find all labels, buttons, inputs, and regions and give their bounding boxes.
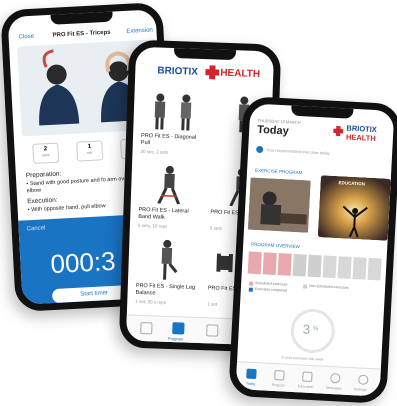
exercise-meta: 5 sets, 10 reps (137, 222, 168, 229)
exercise-name[interactable]: PRO Fit ES - Diagonal Pull (141, 133, 203, 149)
tab-program[interactable]: Program (272, 383, 286, 388)
legend-swatch (302, 284, 308, 289)
recommendation-note: Your recommended exercises today (266, 147, 330, 156)
program-tab-icon[interactable] (172, 322, 185, 335)
program-tab-icon[interactable] (274, 370, 285, 381)
timer-cancel-button[interactable]: Cancel (27, 225, 46, 232)
heatmap-cell (292, 253, 307, 277)
program-tab-label: Program (167, 335, 184, 342)
stretch-figure-icon (247, 177, 311, 233)
timer-display: 000:3 (49, 245, 117, 280)
check-icon (256, 145, 264, 154)
exercise-thumb[interactable] (141, 89, 204, 131)
brand-right: HEALTH (220, 67, 261, 81)
exercise-thumb[interactable] (136, 235, 199, 281)
page-title: Today (256, 123, 290, 138)
legend-completed: Exercises completed (254, 286, 288, 293)
heatmap-cell (307, 254, 322, 278)
close-button[interactable]: Close (18, 34, 34, 41)
exercise-meta: 5 sets (209, 225, 222, 231)
education-card[interactable]: EDUCATION (317, 175, 391, 241)
exercise-meta: 30 sec, 2 sets (140, 148, 169, 155)
brand-cross-icon (205, 65, 220, 80)
execution-label: Execution: (27, 196, 58, 206)
heatmap-cell (247, 251, 262, 275)
heatmap-cell (277, 253, 292, 276)
heatmap-cell (367, 257, 382, 281)
brand-logo: BRIOTIX HEALTH (157, 63, 267, 83)
legend-scheduled: Scheduled exercises (255, 280, 288, 287)
program-overview-label: PROGRAM OVERVIEW (251, 241, 300, 250)
figure-icon (161, 239, 178, 280)
tab-settings[interactable]: Settings (354, 387, 367, 392)
stat-label: set (86, 149, 93, 156)
brand-cross-icon (333, 125, 344, 137)
legend-nonscheduled: Non-scheduled exercises (309, 283, 349, 290)
stat-sets: 2 sets (32, 142, 60, 164)
extension-link[interactable]: Extension (126, 27, 153, 34)
figure-icon (154, 93, 192, 131)
exercise-program-image[interactable] (247, 177, 311, 233)
program-overview-heatmap (247, 251, 385, 283)
today-tab-icon[interactable] (246, 368, 257, 380)
stat-set: 1 set (76, 140, 104, 162)
brand-left: BRIOTIX (157, 65, 199, 78)
brand-logo: BRIOTIX HEALTH (333, 122, 394, 147)
phone-notch (173, 47, 237, 61)
preparation-label: Preparation: (25, 170, 62, 180)
phone-today-dashboard: THURSDAY 10 MARCH Today BRIOTIX HEALTH Y… (228, 96, 397, 404)
heatmap-cell (262, 252, 277, 275)
brand-right: HEALTH (345, 132, 377, 144)
exercise-meta: 1 set, 30 s reps (135, 298, 167, 305)
execution-text: • With opposite hand, pull elbow (27, 203, 106, 214)
exercise-meta: 1 set (207, 301, 218, 307)
heatmap-cell (322, 255, 337, 279)
messages-tab-icon[interactable] (330, 372, 341, 384)
phone-notch (50, 10, 113, 25)
heatmap-cell (352, 257, 367, 280)
exercise-thumb[interactable] (139, 161, 202, 205)
stat-label: sets (42, 152, 50, 158)
education-tab-icon[interactable] (206, 324, 219, 337)
progress-value: 3 (302, 321, 311, 337)
today-tab-icon[interactable] (140, 322, 153, 335)
progress-caption: of your exercises this week (281, 355, 324, 362)
tab-bar: Today Program Education Messages Setting… (235, 361, 381, 398)
exercise-name[interactable]: PRO Fit ES - Single Leg Balance (135, 283, 197, 299)
progress-unit: % (312, 326, 319, 333)
legend-swatch (249, 281, 254, 286)
settings-tab-icon[interactable] (358, 374, 369, 385)
legend-swatch (248, 287, 253, 292)
phone-notch (291, 104, 354, 119)
heatmap-cell (337, 256, 352, 279)
education-tab-icon[interactable] (302, 371, 313, 383)
tab-messages[interactable]: Messages (326, 386, 342, 391)
exercise-name[interactable]: PRO Fit ES - Lateral Band Walk (138, 207, 200, 223)
tab-education[interactable]: Education (298, 384, 314, 389)
exercise-title: PRO Fit ES - Triceps (52, 29, 111, 39)
exercise-program-label[interactable]: EXERCISE PROGRAM (255, 168, 302, 175)
tab-today[interactable]: Today (246, 382, 256, 386)
figure-icon (157, 165, 181, 205)
